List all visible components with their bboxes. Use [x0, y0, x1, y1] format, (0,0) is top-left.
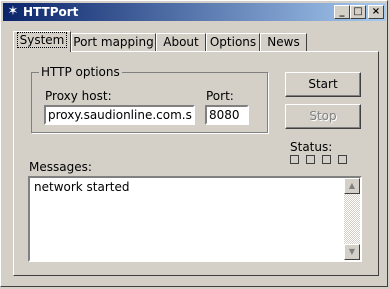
- messages-scrollbar[interactable]: ▲ ▼: [344, 178, 360, 260]
- title-bar[interactable]: ✶ HTTPort _ □ ×: [3, 3, 386, 21]
- tab-label: About: [163, 35, 199, 49]
- http-options-label: HTTP options: [39, 65, 122, 79]
- tab-news[interactable]: News: [260, 33, 307, 51]
- stop-button[interactable]: Stop: [285, 104, 361, 129]
- tab-about[interactable]: About: [156, 33, 206, 51]
- scroll-down-button[interactable]: ▼: [344, 244, 360, 260]
- tab-label: Options: [209, 35, 257, 49]
- proxy-host-input[interactable]: proxy.saudionline.com.s: [44, 105, 195, 125]
- tab-options[interactable]: Options: [206, 33, 260, 51]
- maximize-button[interactable]: □: [350, 5, 366, 19]
- app-window: ✶ HTTPort _ □ × System Port mapping Abou…: [0, 0, 388, 287]
- close-button[interactable]: ×: [368, 5, 384, 19]
- tab-system[interactable]: System: [13, 31, 71, 52]
- tab-label: System: [16, 32, 68, 48]
- minimize-icon: _: [339, 6, 345, 17]
- status-label: Status:: [290, 140, 333, 154]
- tab-label: News: [267, 35, 300, 49]
- arrow-down-icon: ▼: [348, 247, 356, 256]
- start-button[interactable]: Start: [285, 72, 361, 97]
- port-input[interactable]: 8080: [205, 105, 249, 125]
- status-indicator-4: [338, 155, 347, 164]
- status-indicator-1: [290, 155, 299, 164]
- star-app-icon: ✶: [7, 4, 19, 19]
- window-title: HTTPort: [23, 5, 79, 19]
- minimize-button[interactable]: _: [334, 5, 350, 19]
- maximize-icon: □: [353, 6, 363, 17]
- close-icon: ×: [371, 6, 381, 17]
- port-label: Port:: [206, 89, 234, 103]
- messages-label: Messages:: [29, 160, 92, 174]
- status-indicator-2: [306, 155, 315, 164]
- status-indicator-3: [322, 155, 331, 164]
- scroll-up-button[interactable]: ▲: [344, 178, 360, 194]
- tab-label: Port mapping: [73, 35, 154, 49]
- message-line: network started: [34, 180, 130, 194]
- arrow-up-icon: ▲: [348, 181, 356, 190]
- tab-port-mapping[interactable]: Port mapping: [71, 33, 156, 51]
- messages-log[interactable]: network started ▲ ▼: [28, 176, 362, 262]
- proxy-host-label: Proxy host:: [45, 89, 112, 103]
